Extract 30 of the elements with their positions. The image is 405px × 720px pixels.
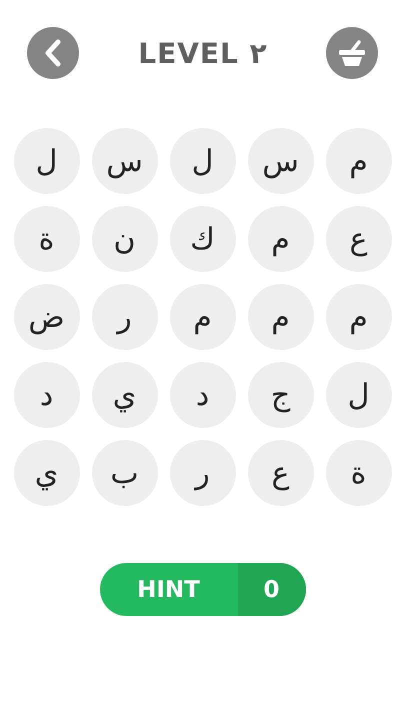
hint-count: 0: [238, 563, 306, 616]
letter-tile[interactable]: س: [92, 128, 158, 194]
letter-tile[interactable]: ل: [14, 128, 80, 194]
chevron-left-icon: [44, 39, 62, 67]
letter-tile[interactable]: ع: [326, 206, 392, 272]
letter-tile[interactable]: م: [326, 128, 392, 194]
letter-tile[interactable]: ن: [92, 206, 158, 272]
letter-tile[interactable]: ب: [92, 440, 158, 506]
letter-tile[interactable]: ة: [14, 206, 80, 272]
letter-tile[interactable]: ي: [14, 440, 80, 506]
letter-tile[interactable]: س: [248, 128, 314, 194]
letter-tile[interactable]: ر: [170, 440, 236, 506]
letter-tile[interactable]: د: [170, 362, 236, 428]
letter-tile[interactable]: م: [248, 284, 314, 350]
letter-tile[interactable]: د: [14, 362, 80, 428]
letter-tile[interactable]: م: [248, 206, 314, 272]
letter-tile[interactable]: م: [170, 284, 236, 350]
letter-tile[interactable]: ة: [326, 440, 392, 506]
letter-tile[interactable]: ي: [92, 362, 158, 428]
letter-tile[interactable]: م: [326, 284, 392, 350]
letter-tile[interactable]: ل: [170, 128, 236, 194]
back-button[interactable]: [27, 27, 79, 79]
basket-icon: [336, 38, 367, 68]
level-title: LEVEL ٢: [138, 36, 267, 70]
letter-tile[interactable]: ك: [170, 206, 236, 272]
letter-tile[interactable]: ر: [92, 284, 158, 350]
letter-tile[interactable]: ل: [326, 362, 392, 428]
letter-tile[interactable]: ج: [248, 362, 314, 428]
letter-tile[interactable]: ض: [14, 284, 80, 350]
letter-tile[interactable]: ع: [248, 440, 314, 506]
